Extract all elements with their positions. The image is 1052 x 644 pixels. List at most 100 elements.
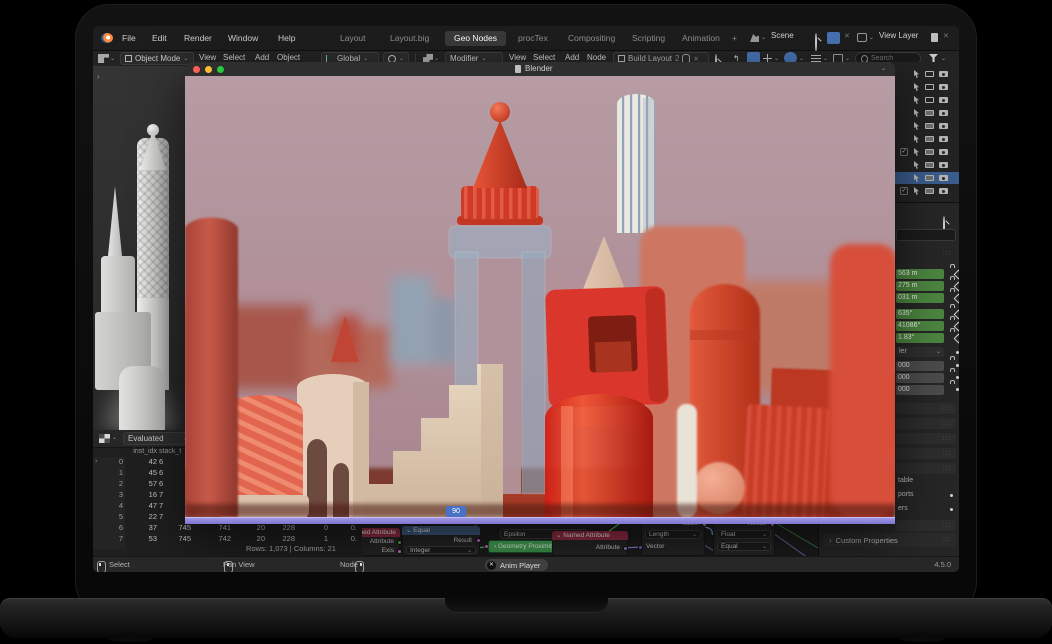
cell[interactable]: 20: [239, 523, 265, 532]
filter-funnel-icon[interactable]: [929, 54, 938, 62]
location-x-field[interactable]: 563 m: [896, 269, 944, 279]
cell[interactable]: 2: [103, 479, 123, 488]
viewport-3d[interactable]: ›: [93, 66, 186, 430]
hide-viewport-icon[interactable]: [925, 188, 934, 194]
hide-viewport-icon[interactable]: [925, 136, 934, 142]
select-arrow-icon[interactable]: [913, 161, 920, 169]
cell[interactable]: 4: [103, 501, 123, 510]
visibility-renders-label[interactable]: ers: [898, 505, 908, 512]
tab-scripting[interactable]: Scripting: [623, 31, 674, 46]
location-z-field[interactable]: 031 m: [896, 293, 944, 303]
tab-compositing[interactable]: Compositing: [559, 31, 624, 46]
view-layer-icon[interactable]: [857, 33, 867, 42]
custom-properties-panel[interactable]: › Custom Properties :::: [823, 533, 956, 547]
hide-viewport-icon[interactable]: [925, 175, 934, 181]
menu-node-select[interactable]: Select: [533, 53, 555, 62]
hide-viewport-icon[interactable]: [925, 123, 934, 129]
animate-dot-icon[interactable]: [950, 508, 953, 511]
render-window-titlebar[interactable]: Blender ⌄: [185, 62, 895, 77]
checkbox-icon[interactable]: ✓: [900, 187, 908, 195]
cell[interactable]: 6: [103, 523, 123, 532]
socket-result[interactable]: [476, 538, 481, 543]
panel-section[interactable]: :::: [896, 418, 956, 429]
operation-dropdown[interactable]: Equal ⌄: [717, 542, 771, 551]
zoom-traffic-icon[interactable]: [217, 66, 224, 73]
rotation-x-field[interactable]: 635°: [896, 309, 944, 319]
cell[interactable]: 0: [306, 523, 328, 532]
cell[interactable]: 3: [103, 490, 123, 499]
scene-browse-icon[interactable]: [750, 34, 759, 42]
hide-render-icon[interactable]: [939, 162, 948, 168]
timeline-scrub-band[interactable]: [185, 517, 895, 524]
id-name-field[interactable]: [896, 229, 956, 241]
menu-object[interactable]: Object: [277, 53, 300, 62]
new-view-layer-icon[interactable]: [931, 33, 938, 42]
operation-dropdown[interactable]: Length ⌄: [645, 530, 701, 539]
select-arrow-icon[interactable]: [913, 109, 920, 117]
menu-node-add[interactable]: Add: [565, 53, 579, 62]
hide-render-icon[interactable]: [939, 149, 948, 155]
panel-section[interactable]: :::: [896, 433, 956, 444]
mode-dropdown[interactable]: Object Mode ⌄: [120, 52, 194, 65]
menu-add[interactable]: Add: [255, 53, 269, 62]
hide-render-icon[interactable]: [939, 136, 948, 142]
hide-render-icon[interactable]: [939, 110, 948, 116]
cell[interactable]: 228: [269, 523, 295, 532]
keyframe-icon[interactable]: [954, 334, 959, 344]
cell[interactable]: 20: [239, 534, 265, 543]
cell[interactable]: 16: [123, 490, 157, 499]
spreadsheet-icon[interactable]: [99, 434, 110, 443]
node-equal[interactable]: ⌄ Equal: [402, 526, 480, 535]
select-arrow-icon[interactable]: [913, 174, 920, 182]
new-scene-icon[interactable]: [827, 32, 840, 44]
view-layer-name[interactable]: View Layer: [879, 31, 918, 40]
cell[interactable]: 0.: [335, 523, 357, 532]
hide-viewport-icon[interactable]: [925, 110, 934, 116]
menu-node-view[interactable]: View: [509, 53, 526, 62]
hide-viewport-icon[interactable]: [925, 162, 934, 168]
select-arrow-icon[interactable]: [913, 148, 920, 156]
cell[interactable]: 1: [103, 468, 123, 477]
node-named-attribute[interactable]: ⌄ Named Attribute: [552, 531, 628, 540]
cell[interactable]: 7: [103, 534, 123, 543]
close-traffic-icon[interactable]: [193, 66, 200, 73]
cell[interactable]: 42: [123, 457, 157, 466]
panel-section[interactable]: :::: [896, 403, 956, 414]
cell[interactable]: 745: [159, 523, 191, 532]
chevron-down-icon[interactable]: ⌄: [881, 65, 886, 72]
panel-section[interactable]: :::: [896, 520, 956, 531]
hide-render-icon[interactable]: [939, 71, 948, 77]
menu-node[interactable]: Node: [587, 53, 606, 62]
hide-viewport-icon[interactable]: [925, 71, 934, 77]
tab-layout[interactable]: Layout: [331, 31, 375, 46]
minimize-traffic-icon[interactable]: [205, 66, 212, 73]
cell[interactable]: 22: [123, 512, 157, 521]
remove-view-layer-icon[interactable]: ✕: [943, 32, 949, 40]
menu-edit[interactable]: Edit: [145, 28, 174, 48]
tab-add[interactable]: +: [723, 31, 746, 46]
data-type-dropdown[interactable]: Integer ⌄: [406, 546, 476, 554]
hide-render-icon[interactable]: [939, 97, 948, 103]
tab-geo-nodes[interactable]: Geo Nodes: [445, 31, 506, 46]
menu-view[interactable]: View: [199, 53, 216, 62]
visibility-viewports-label[interactable]: ports: [898, 491, 914, 498]
menu-window[interactable]: Window: [221, 28, 265, 48]
cell[interactable]: 741: [199, 523, 231, 532]
cell[interactable]: 745: [159, 534, 191, 543]
editor-type-icon[interactable]: [98, 54, 109, 63]
unlink-scene-icon[interactable]: ✕: [844, 32, 850, 40]
hide-render-icon[interactable]: [939, 123, 948, 129]
select-arrow-icon[interactable]: [913, 96, 920, 104]
search-input[interactable]: [871, 55, 915, 62]
select-arrow-icon[interactable]: [913, 122, 920, 130]
hide-viewport-icon[interactable]: [925, 149, 934, 155]
cell[interactable]: 742: [199, 534, 231, 543]
checkbox-icon[interactable]: ✓: [900, 148, 908, 156]
cell[interactable]: 0: [103, 457, 123, 466]
chevron-down-icon[interactable]: ⌄: [761, 34, 766, 41]
panel-section[interactable]: :::: [896, 448, 956, 459]
toolbar-expand-icon[interactable]: ›: [97, 72, 100, 81]
animate-dot-icon[interactable]: [956, 364, 959, 367]
menu-file[interactable]: File: [115, 28, 143, 48]
cell[interactable]: 57: [123, 479, 157, 488]
